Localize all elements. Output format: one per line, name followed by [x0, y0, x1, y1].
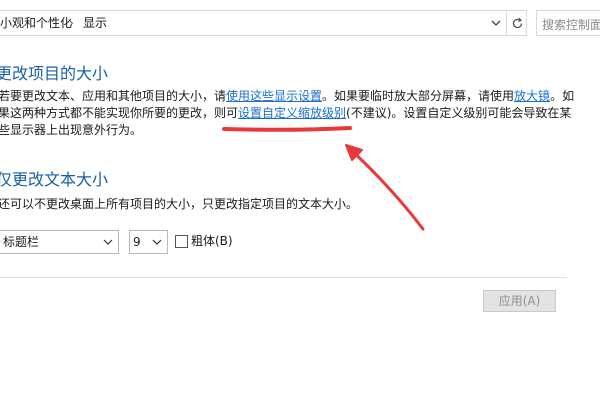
arrow-annotation [346, 145, 425, 231]
underline-annotation [222, 126, 352, 132]
annotation-overlay [222, 126, 425, 231]
